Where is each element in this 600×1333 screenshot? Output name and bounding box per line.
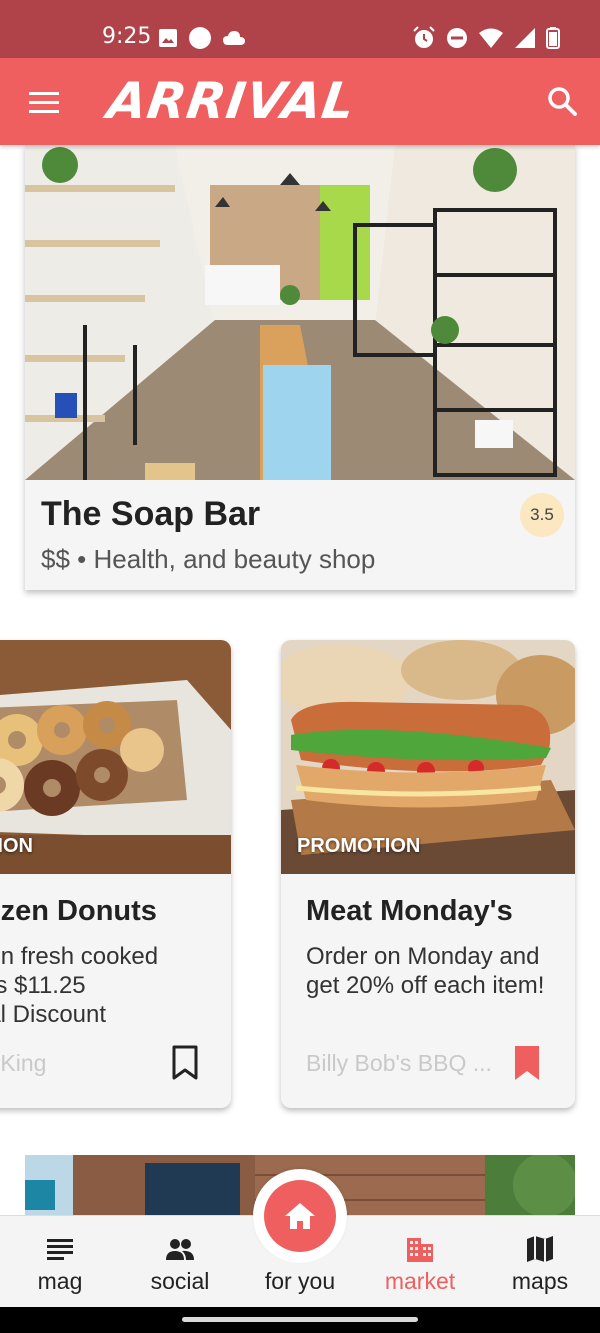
bookmark-filled-icon[interactable] [513, 1045, 541, 1081]
nav-label: mag [37, 1268, 83, 1294]
circle-notification-icon [189, 27, 211, 49]
battery-icon [546, 27, 560, 49]
app-logo: ARRIVAL [103, 72, 360, 130]
promotion-title: Meat Monday's [306, 895, 513, 927]
wifi-icon [479, 28, 503, 48]
nav-item-maps[interactable]: maps [480, 1216, 600, 1308]
shop-subtitle: $$ • Health, and beauty shop [41, 544, 376, 574]
image-notification-icon [159, 29, 177, 47]
nav-label: maps [511, 1268, 569, 1294]
status-time: 9:25 [102, 24, 152, 49]
menu-icon[interactable] [28, 90, 60, 114]
people-icon [166, 1239, 194, 1260]
nav-item-social[interactable]: social [120, 1216, 240, 1308]
for-you-fab-button[interactable] [264, 1180, 336, 1252]
gesture-bar [0, 1307, 600, 1333]
article-icon [47, 1239, 73, 1260]
home-icon [285, 1203, 315, 1229]
cloud-icon [223, 31, 245, 45]
map-icon [527, 1236, 553, 1262]
nav-item-mag[interactable]: mag [0, 1216, 120, 1308]
status-bar: 9:25 [0, 0, 600, 58]
promotion-card[interactable]: MOTION Dozen Donuts oxen fresh cooked nu… [0, 640, 231, 1108]
promotion-vendor: Billy Bob's BBQ ... [306, 1050, 492, 1076]
shop-interior-image [25, 145, 575, 480]
promotion-card[interactable]: PROMOTION Meat Monday's Order on Monday … [281, 640, 575, 1108]
promotion-tag: MOTION [0, 835, 33, 857]
promotion-description: oxen fresh cooked nuts $11.25 rival Disc… [0, 943, 159, 1028]
promotion-description: Order on Monday and get 20% off each ite… [306, 943, 545, 999]
search-icon[interactable] [546, 85, 578, 117]
bookmark-outline-icon[interactable] [171, 1045, 199, 1081]
nav-label: for you [264, 1268, 336, 1294]
promotion-tag: PROMOTION [297, 835, 421, 857]
promotion-vendor: nut King [0, 1050, 47, 1076]
nav-label: market [384, 1268, 456, 1294]
signal-icon [515, 28, 535, 48]
alarm-icon [413, 26, 435, 48]
donuts-image [0, 640, 231, 874]
promotion-title: Dozen Donuts [0, 895, 157, 927]
nav-item-market[interactable]: market [360, 1216, 480, 1308]
feed[interactable]: The Soap Bar $$ • Health, and beauty sho… [0, 145, 600, 1215]
gesture-handle[interactable] [182, 1317, 418, 1322]
shop-name: The Soap Bar [41, 495, 261, 533]
app-bar: ARRIVAL [0, 58, 600, 145]
rating-badge: 3.5 [520, 493, 564, 537]
featured-shop-card[interactable]: The Soap Bar $$ • Health, and beauty sho… [25, 145, 575, 590]
building-icon [407, 1238, 433, 1262]
do-not-disturb-icon [447, 28, 467, 48]
nav-label: social [150, 1268, 210, 1294]
